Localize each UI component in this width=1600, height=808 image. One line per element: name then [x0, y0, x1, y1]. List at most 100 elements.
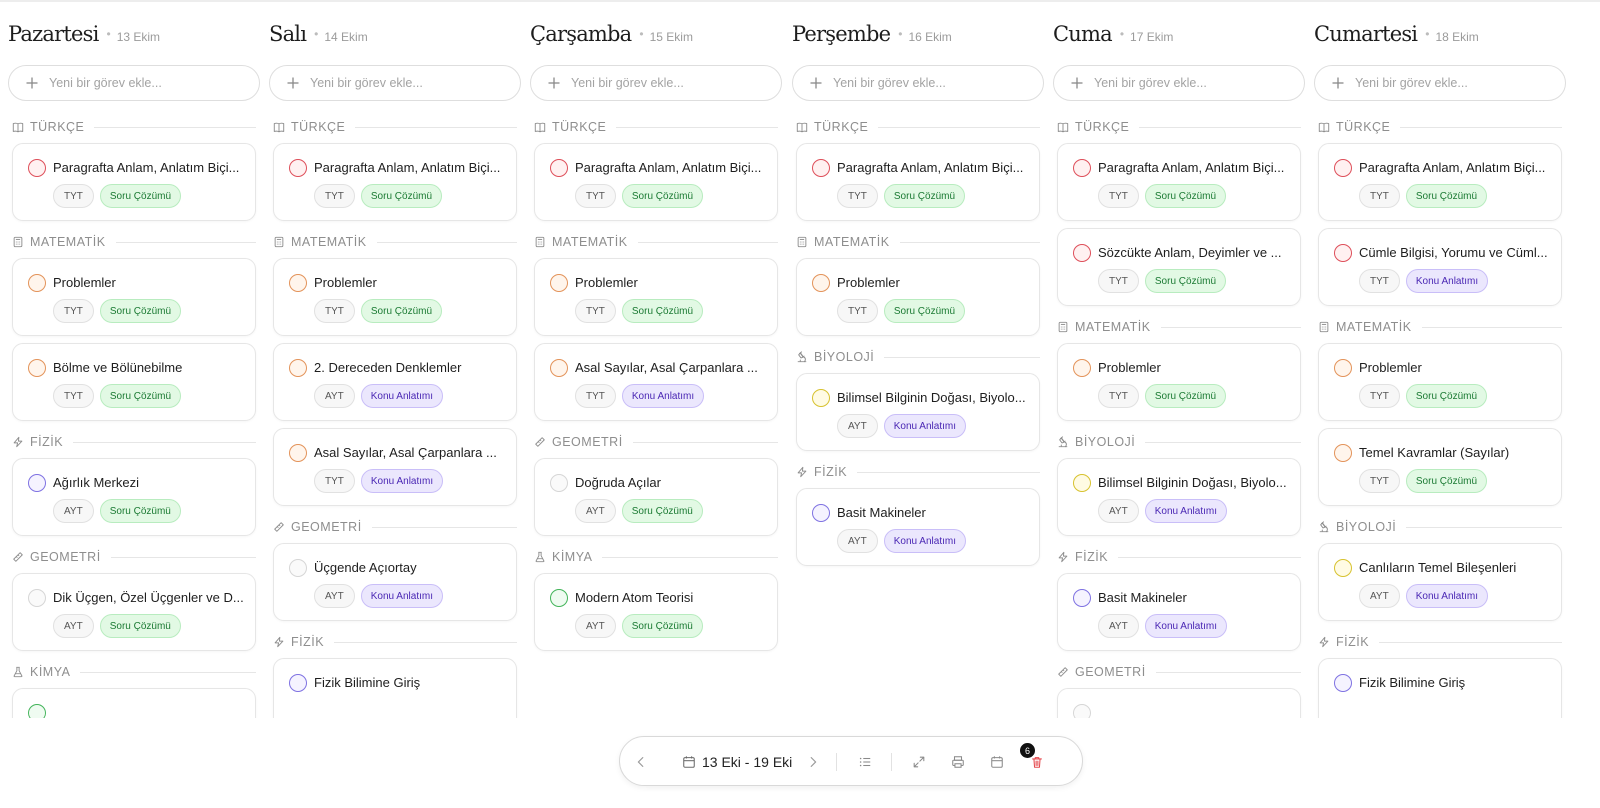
task-card[interactable]: Paragrafta Anlam, Anlatım Biçi... TYT Soru… [12, 143, 256, 221]
calculator-icon [797, 236, 807, 248]
task-card[interactable]: Üçgende Açıortay AYT Konu Anlatımı [273, 543, 517, 621]
task-status-checkbox[interactable] [1073, 589, 1091, 607]
task-title: Bilimsel Bilginin Doğası, Biyolo... [837, 390, 1026, 405]
task-card[interactable]: Dik Üçgen, Özel Üçgenler ve D... AYT Soru … [12, 573, 256, 651]
task-card[interactable]: Fizik Bilimine Giriş [273, 658, 517, 718]
task-status-checkbox[interactable] [28, 159, 46, 177]
task-card[interactable]: Paragrafta Anlam, Anlatım Biçi... TYT Soru… [1318, 143, 1562, 221]
task-card[interactable]: Fizik Bilimine Giriş [1318, 658, 1562, 718]
calendar-icon [991, 756, 1003, 768]
task-card[interactable]: Bilimsel Bilginin Doğası, Biyolo... AYT Ko… [1057, 458, 1301, 536]
add-task-placeholder: Yeni bir görev ekle... [49, 76, 162, 90]
zap-icon [274, 636, 284, 648]
task-card[interactable]: Doğruda Açılar AYT Soru Çözümü [534, 458, 778, 536]
next-week-button[interactable] [804, 753, 822, 771]
task-status-checkbox[interactable] [1073, 704, 1091, 718]
task-status-checkbox[interactable] [1073, 159, 1091, 177]
task-status-checkbox[interactable] [550, 359, 568, 377]
task-card[interactable]: Problemler TYT Soru Çözümü [1318, 343, 1562, 421]
task-status-checkbox[interactable] [28, 704, 46, 718]
book-icon [273, 122, 285, 133]
task-card[interactable]: Cümle Bilgisi, Yorumu ve Cüml... TYT Konu … [1318, 228, 1562, 306]
add-task-input[interactable]: Yeni bir görev ekle... [1314, 65, 1566, 101]
expand-button[interactable] [910, 753, 928, 771]
task-status-checkbox[interactable] [289, 674, 307, 692]
book-icon [12, 122, 24, 133]
add-task-input[interactable]: Yeni bir görev ekle... [269, 65, 521, 101]
exam-level-tag: TYT [1359, 269, 1400, 293]
delete-button[interactable] [1028, 753, 1046, 771]
task-card[interactable]: Paragrafta Anlam, Anlatım Biçi... TYT Soru… [796, 143, 1040, 221]
task-status-checkbox[interactable] [812, 504, 830, 522]
task-status-checkbox[interactable] [1334, 559, 1352, 577]
subject-divider [857, 471, 1040, 473]
task-status-checkbox[interactable] [812, 389, 830, 407]
task-status-checkbox[interactable] [1334, 444, 1352, 462]
task-card[interactable]: Problemler TYT Soru Çözümü [1057, 343, 1301, 421]
task-card[interactable]: Basit Makineler AYT Konu Anlatımı [796, 488, 1040, 566]
add-task-input[interactable]: Yeni bir görev ekle... [8, 65, 260, 101]
task-card[interactable]: Problemler TYT Soru Çözümü [273, 258, 517, 336]
subject-divider [1160, 326, 1301, 328]
task-card[interactable]: Paragrafta Anlam, Anlatım Biçi... TYT Soru… [273, 143, 517, 221]
task-card[interactable]: Bölme ve Bölünebilme TYT Soru Çözümü [12, 343, 256, 421]
list-view-button[interactable] [856, 753, 874, 771]
task-status-checkbox[interactable] [1334, 674, 1352, 692]
task-status-checkbox[interactable] [289, 159, 307, 177]
task-status-checkbox[interactable] [812, 159, 830, 177]
task-card[interactable]: Asal Sayılar, Asal Çarpanlara ... TYT Konu… [273, 428, 517, 506]
task-card[interactable]: Ağırlık Merkezi AYT Soru Çözümü [12, 458, 256, 536]
task-card[interactable]: Canlıların Temel Bileşenleri AYT Konu Anla… [1318, 543, 1562, 621]
subject-divider [899, 241, 1040, 243]
day-header: Pazartesi • 13 Ekim [8, 22, 160, 46]
task-status-checkbox[interactable] [550, 474, 568, 492]
task-card[interactable]: Problemler TYT Soru Çözümü [534, 258, 778, 336]
task-tags: TYT Soru Çözümü [53, 384, 182, 408]
task-status-checkbox[interactable] [28, 474, 46, 492]
task-card[interactable]: Modern Atom Teorisi AYT Soru Çözümü [534, 573, 778, 651]
subject-label: MATEMATİK [552, 235, 628, 249]
task-status-checkbox[interactable] [289, 274, 307, 292]
add-task-input[interactable]: Yeni bir görev ekle... [1053, 65, 1305, 101]
task-status-checkbox[interactable] [550, 274, 568, 292]
task-status-checkbox[interactable] [812, 274, 830, 292]
task-status-checkbox[interactable] [28, 589, 46, 607]
task-card[interactable] [1057, 688, 1301, 718]
task-card[interactable]: Sözcükte Anlam, Deyimler ve ... TYT Soru Ç… [1057, 228, 1301, 306]
task-status-checkbox[interactable] [1334, 244, 1352, 262]
print-button[interactable] [949, 753, 967, 771]
calendar-events-button[interactable] [988, 753, 1006, 771]
subject-label: FİZİK [1075, 550, 1109, 564]
task-status-checkbox[interactable] [289, 559, 307, 577]
task-status-checkbox[interactable] [28, 359, 46, 377]
task-card[interactable]: Paragrafta Anlam, Anlatım Biçi... TYT Soru… [1057, 143, 1301, 221]
task-status-checkbox[interactable] [1073, 474, 1091, 492]
task-status-checkbox[interactable] [1073, 244, 1091, 262]
prev-week-button[interactable] [632, 753, 650, 771]
task-tags: TYT Soru Çözümü [314, 299, 443, 323]
task-card[interactable]: Asal Sayılar, Asal Çarpanlara ... TYT Konu… [534, 343, 778, 421]
task-status-checkbox[interactable] [550, 589, 568, 607]
task-card[interactable]: Basit Makineler AYT Konu Anlatımı [1057, 573, 1301, 651]
task-card[interactable]: Problemler TYT Soru Çözümü [12, 258, 256, 336]
task-status-checkbox[interactable] [289, 359, 307, 377]
task-title: Modern Atom Teorisi [575, 590, 694, 605]
subject-divider [884, 356, 1040, 358]
day-header: Salı • 14 Ekim [269, 22, 368, 46]
task-card[interactable]: Temel Kavramlar (Sayılar) TYT Soru Çözümü [1318, 428, 1562, 506]
add-task-placeholder: Yeni bir görev ekle... [310, 76, 423, 90]
task-card[interactable]: 2. Dereceden Denklemler AYT Konu Anlatımı [273, 343, 517, 421]
task-status-checkbox[interactable] [28, 274, 46, 292]
task-card[interactable]: Bilimsel Bilginin Doğası, Biyolo... AYT Ko… [796, 373, 1040, 451]
task-status-checkbox[interactable] [1073, 359, 1091, 377]
task-status-checkbox[interactable] [289, 444, 307, 462]
week-range-button[interactable]: 13 Eki - 19 Eki [682, 751, 792, 773]
task-card[interactable]: Paragrafta Anlam, Anlatım Biçi... TYT Soru… [534, 143, 778, 221]
task-status-checkbox[interactable] [1334, 359, 1352, 377]
add-task-input[interactable]: Yeni bir görev ekle... [792, 65, 1044, 101]
task-status-checkbox[interactable] [1334, 159, 1352, 177]
task-status-checkbox[interactable] [550, 159, 568, 177]
task-card[interactable] [12, 688, 256, 718]
add-task-input[interactable]: Yeni bir görev ekle... [530, 65, 782, 101]
task-card[interactable]: Problemler TYT Soru Çözümü [796, 258, 1040, 336]
